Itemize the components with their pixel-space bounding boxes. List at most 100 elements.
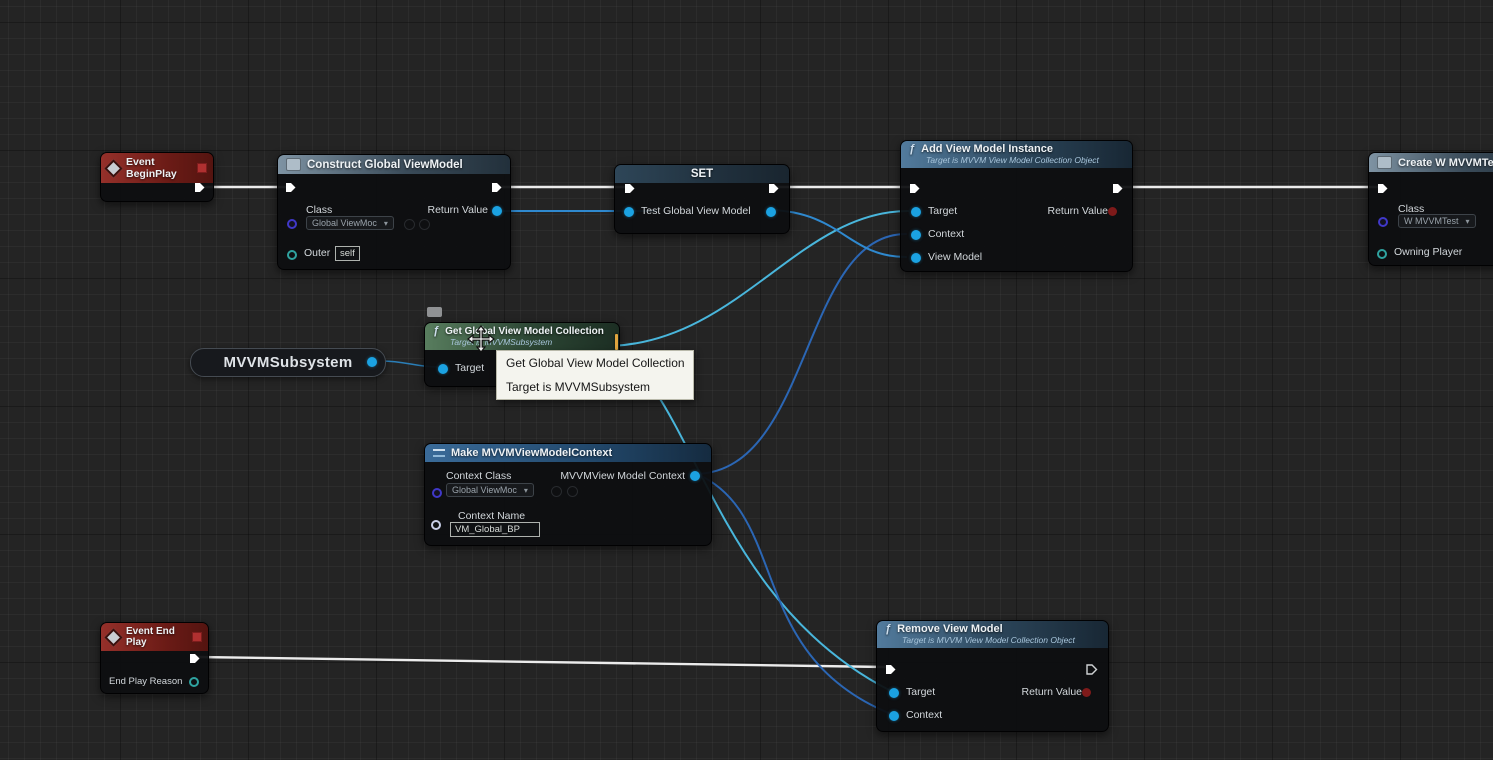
context-out-pin[interactable] bbox=[690, 471, 700, 481]
node-title: Event BeginPlay bbox=[126, 156, 191, 180]
exec-out-pin[interactable] bbox=[193, 181, 206, 194]
function-icon: ƒ bbox=[433, 325, 439, 337]
exec-in-pin[interactable] bbox=[1376, 182, 1389, 195]
end-play-reason-pin[interactable] bbox=[189, 677, 199, 687]
class-pin[interactable] bbox=[1378, 217, 1388, 227]
context-name-field[interactable]: VM_Global_BP bbox=[450, 522, 540, 537]
variable-label: Test Global View Model bbox=[641, 205, 751, 217]
subsystem-out-pin[interactable] bbox=[367, 357, 377, 367]
view-model-pin-label: View Model bbox=[928, 251, 982, 263]
class-dropdown[interactable]: W MVVMTest ▾ bbox=[1398, 214, 1476, 228]
target-pin[interactable] bbox=[911, 207, 921, 217]
return-value-pin[interactable] bbox=[1082, 688, 1091, 697]
wire-layer bbox=[0, 0, 1493, 760]
wire-context-remove bbox=[697, 474, 891, 714]
variable-in-pin[interactable] bbox=[624, 207, 634, 217]
node-title: Construct Global ViewModel bbox=[307, 159, 463, 171]
exec-out-pin[interactable] bbox=[188, 652, 201, 665]
output-pin-label: MVVMView Model Context bbox=[560, 470, 685, 482]
node-subtitle: Target is MVVM View Model Collection Obj… bbox=[902, 635, 1100, 645]
move-cursor-icon bbox=[466, 324, 496, 354]
return-value-label: Return Value bbox=[427, 204, 488, 216]
event-icon bbox=[104, 159, 122, 177]
node-remove-view-model[interactable]: ƒ Remove View Model Target is MVVM View … bbox=[876, 620, 1109, 732]
node-title: Create W MVVMTest W bbox=[1398, 157, 1493, 169]
outer-value-field[interactable]: self bbox=[335, 246, 360, 261]
node-mvvm-subsystem-getter[interactable]: MVVMSubsystem bbox=[190, 348, 386, 377]
make-struct-icon bbox=[433, 448, 445, 458]
target-pin-label: Target bbox=[928, 205, 957, 217]
orange-marker bbox=[615, 334, 618, 350]
exec-out-pin[interactable] bbox=[1085, 663, 1098, 676]
exec-out-pin[interactable] bbox=[490, 181, 503, 194]
browse-asset-icon[interactable] bbox=[567, 486, 578, 497]
node-title: Make MVVMViewModelContext bbox=[451, 447, 612, 459]
exec-in-pin[interactable] bbox=[284, 181, 297, 194]
event-marker-icon bbox=[192, 632, 202, 642]
node-construct-global-viewmodel[interactable]: Construct Global ViewModel Class Global … bbox=[277, 154, 511, 270]
exec-in-pin[interactable] bbox=[623, 182, 636, 195]
return-value-pin[interactable] bbox=[1108, 207, 1117, 216]
context-class-pin[interactable] bbox=[432, 488, 442, 498]
target-pin-label: Target bbox=[906, 686, 935, 698]
context-class-dropdown[interactable]: Global ViewMoc ▾ bbox=[446, 483, 534, 497]
use-asset-icon[interactable] bbox=[404, 219, 415, 230]
context-pin[interactable] bbox=[911, 230, 921, 240]
node-title: SET bbox=[691, 168, 713, 180]
class-pin-label: Class bbox=[306, 204, 332, 216]
blueprint-graph-canvas[interactable]: Event BeginPlay Construct Global ViewMod… bbox=[0, 0, 1493, 760]
node-title: Event End Play bbox=[126, 626, 186, 648]
context-pin-label: Context bbox=[906, 709, 942, 721]
chevron-down-icon: ▾ bbox=[384, 219, 388, 228]
node-add-view-model-instance[interactable]: ƒ Add View Model Instance Target is MVVM… bbox=[900, 140, 1133, 272]
tooltip-title: Get Global View Model Collection bbox=[506, 357, 684, 369]
return-value-pin[interactable] bbox=[492, 206, 502, 216]
construct-icon bbox=[286, 158, 301, 171]
node-create-widget[interactable]: Create W MVVMTest W Class W MVVMTest ▾ O… bbox=[1368, 152, 1493, 266]
target-pin-label: Target bbox=[455, 362, 484, 374]
chevron-down-icon: ▾ bbox=[1466, 217, 1470, 226]
context-pin-label: Context bbox=[928, 228, 964, 240]
target-pin[interactable] bbox=[889, 688, 899, 698]
owning-player-pin[interactable] bbox=[1377, 249, 1387, 259]
wire-set-viewmodel bbox=[770, 210, 906, 257]
function-icon: ƒ bbox=[909, 143, 915, 155]
return-value-label: Return Value bbox=[1047, 205, 1108, 217]
function-icon: ƒ bbox=[885, 623, 891, 635]
class-dropdown[interactable]: Global ViewMoc ▾ bbox=[306, 216, 394, 230]
exec-out-pin[interactable] bbox=[1111, 182, 1124, 195]
event-marker-icon bbox=[197, 163, 207, 173]
tooltip-target: Target is MVVMSubsystem bbox=[506, 381, 684, 393]
tooltip: Get Global View Model Collection Target … bbox=[496, 350, 694, 400]
comment-bubble-icon[interactable] bbox=[427, 307, 442, 317]
context-pin[interactable] bbox=[889, 711, 899, 721]
node-set-test-global-view-model[interactable]: SET Test Global View Model bbox=[614, 164, 790, 234]
end-play-reason-label: End Play Reason bbox=[109, 676, 182, 687]
event-icon bbox=[104, 628, 122, 646]
context-name-pin[interactable] bbox=[431, 520, 441, 530]
return-value-label: Return Value bbox=[1021, 686, 1082, 698]
node-event-endplay[interactable]: Event End Play End Play Reason bbox=[100, 622, 209, 694]
exec-out-pin[interactable] bbox=[767, 182, 780, 195]
variable-out-pin[interactable] bbox=[766, 207, 776, 217]
node-title: Remove View Model bbox=[897, 623, 1003, 635]
browse-asset-icon[interactable] bbox=[419, 219, 430, 230]
node-subtitle: Target is MVVM View Model Collection Obj… bbox=[926, 155, 1124, 165]
use-asset-icon[interactable] bbox=[551, 486, 562, 497]
outer-pin[interactable] bbox=[287, 250, 297, 260]
node-event-beginplay[interactable]: Event BeginPlay bbox=[100, 152, 214, 202]
wire-context-add bbox=[697, 234, 906, 474]
class-pin[interactable] bbox=[287, 219, 297, 229]
node-make-mvvm-viewmodel-context[interactable]: Make MVVMViewModelContext Context Class … bbox=[424, 443, 712, 546]
view-model-pin[interactable] bbox=[911, 253, 921, 263]
exec-in-pin[interactable] bbox=[908, 182, 921, 195]
context-class-label: Context Class bbox=[446, 470, 511, 482]
node-title: Add View Model Instance bbox=[921, 143, 1053, 155]
context-name-label: Context Name bbox=[458, 510, 525, 522]
target-pin[interactable] bbox=[438, 364, 448, 374]
widget-icon bbox=[1377, 156, 1392, 169]
exec-in-pin[interactable] bbox=[884, 663, 897, 676]
outer-pin-label: Outer bbox=[304, 247, 330, 259]
owning-player-label: Owning Player bbox=[1394, 246, 1462, 258]
exec-wire-endplay-remove bbox=[197, 657, 886, 667]
